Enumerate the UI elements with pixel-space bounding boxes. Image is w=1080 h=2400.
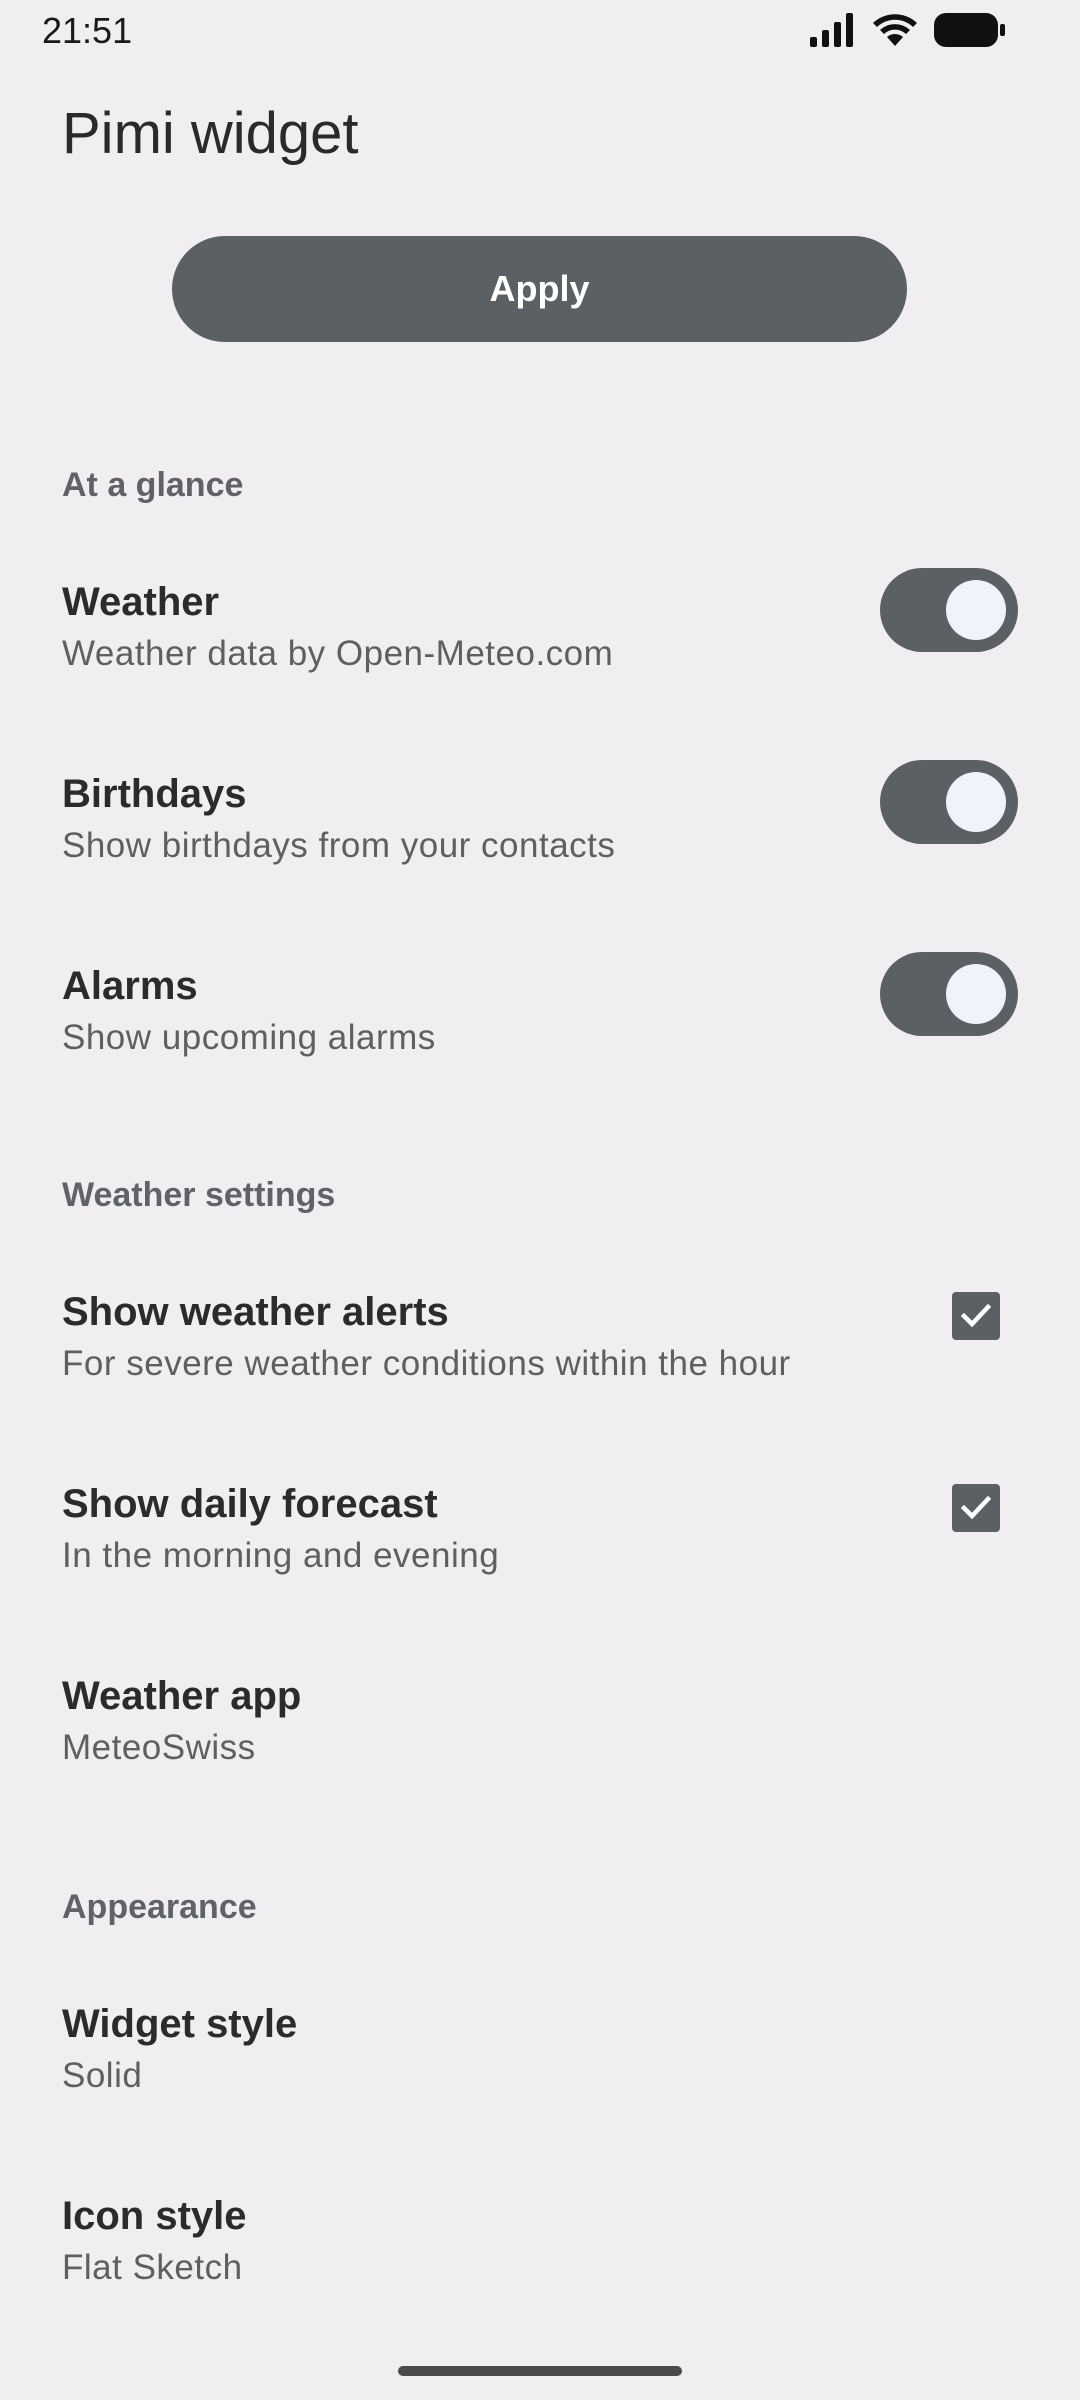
pref-weather-app[interactable]: Weather app MeteoSwiss (0, 1674, 1080, 1834)
pref-weather-app-title: Weather app (62, 1674, 302, 1718)
pref-widget-style[interactable]: Widget style Solid (0, 2002, 1080, 2162)
section-header-appearance: Appearance (62, 1888, 257, 1926)
daily-forecast-checkbox[interactable] (952, 1484, 1000, 1532)
pref-icon-style-title: Icon style (62, 2194, 247, 2238)
pref-weather[interactable]: Weather Weather data by Open-Meteo.com (0, 568, 1080, 740)
pref-alarms[interactable]: Alarms Show upcoming alarms (0, 952, 1080, 1124)
status-icons (810, 12, 1006, 48)
status-time: 21:51 (42, 10, 133, 51)
wifi-icon (873, 14, 917, 46)
section-header-weather-settings: Weather settings (62, 1176, 336, 1214)
pref-alarms-summary: Show upcoming alarms (62, 1018, 436, 1057)
weather-alerts-checkbox[interactable] (952, 1292, 1000, 1340)
battery-icon (934, 13, 1005, 47)
checkmark-icon (960, 1303, 992, 1328)
pref-daily-forecast-title: Show daily forecast (62, 1482, 438, 1526)
pref-icon-style[interactable]: Icon style Flat Sketch (0, 2194, 1080, 2354)
birthdays-switch-knob (946, 772, 1006, 832)
pref-weather-title: Weather (62, 580, 220, 624)
section-header-at-a-glance: At a glance (62, 466, 244, 504)
pref-alarms-title: Alarms (62, 964, 198, 1008)
pref-widget-style-title: Widget style (62, 2002, 298, 2046)
pref-birthdays[interactable]: Birthdays Show birthdays from your conta… (0, 760, 1080, 932)
pref-weather-app-summary: MeteoSwiss (62, 1728, 256, 1767)
pref-daily-forecast-summary: In the morning and evening (62, 1536, 500, 1575)
birthdays-switch[interactable] (880, 760, 1018, 844)
weather-switch-knob (946, 580, 1006, 640)
gesture-nav-handle[interactable] (398, 2366, 682, 2376)
pref-weather-summary: Weather data by Open-Meteo.com (62, 634, 614, 673)
pref-daily-forecast[interactable]: Show daily forecast In the morning and e… (0, 1482, 1080, 1642)
alarms-switch[interactable] (880, 952, 1018, 1036)
pref-weather-alerts[interactable]: Show weather alerts For severe weather c… (0, 1290, 1080, 1450)
page-title: Pimi widget (62, 101, 359, 166)
alarms-switch-knob (946, 964, 1006, 1024)
pref-icon-style-summary: Flat Sketch (62, 2248, 243, 2287)
pref-weather-alerts-summary: For severe weather conditions within the… (62, 1344, 791, 1383)
signal-icon (810, 13, 853, 47)
pref-weather-alerts-title: Show weather alerts (62, 1290, 449, 1334)
weather-switch[interactable] (880, 568, 1018, 652)
checkmark-icon (960, 1495, 992, 1520)
apply-button[interactable]: Apply (172, 236, 907, 342)
pref-widget-style-summary: Solid (62, 2056, 143, 2095)
status-bar: 21:51 (0, 0, 1080, 60)
pref-birthdays-title: Birthdays (62, 772, 247, 816)
pref-birthdays-summary: Show birthdays from your contacts (62, 826, 616, 865)
